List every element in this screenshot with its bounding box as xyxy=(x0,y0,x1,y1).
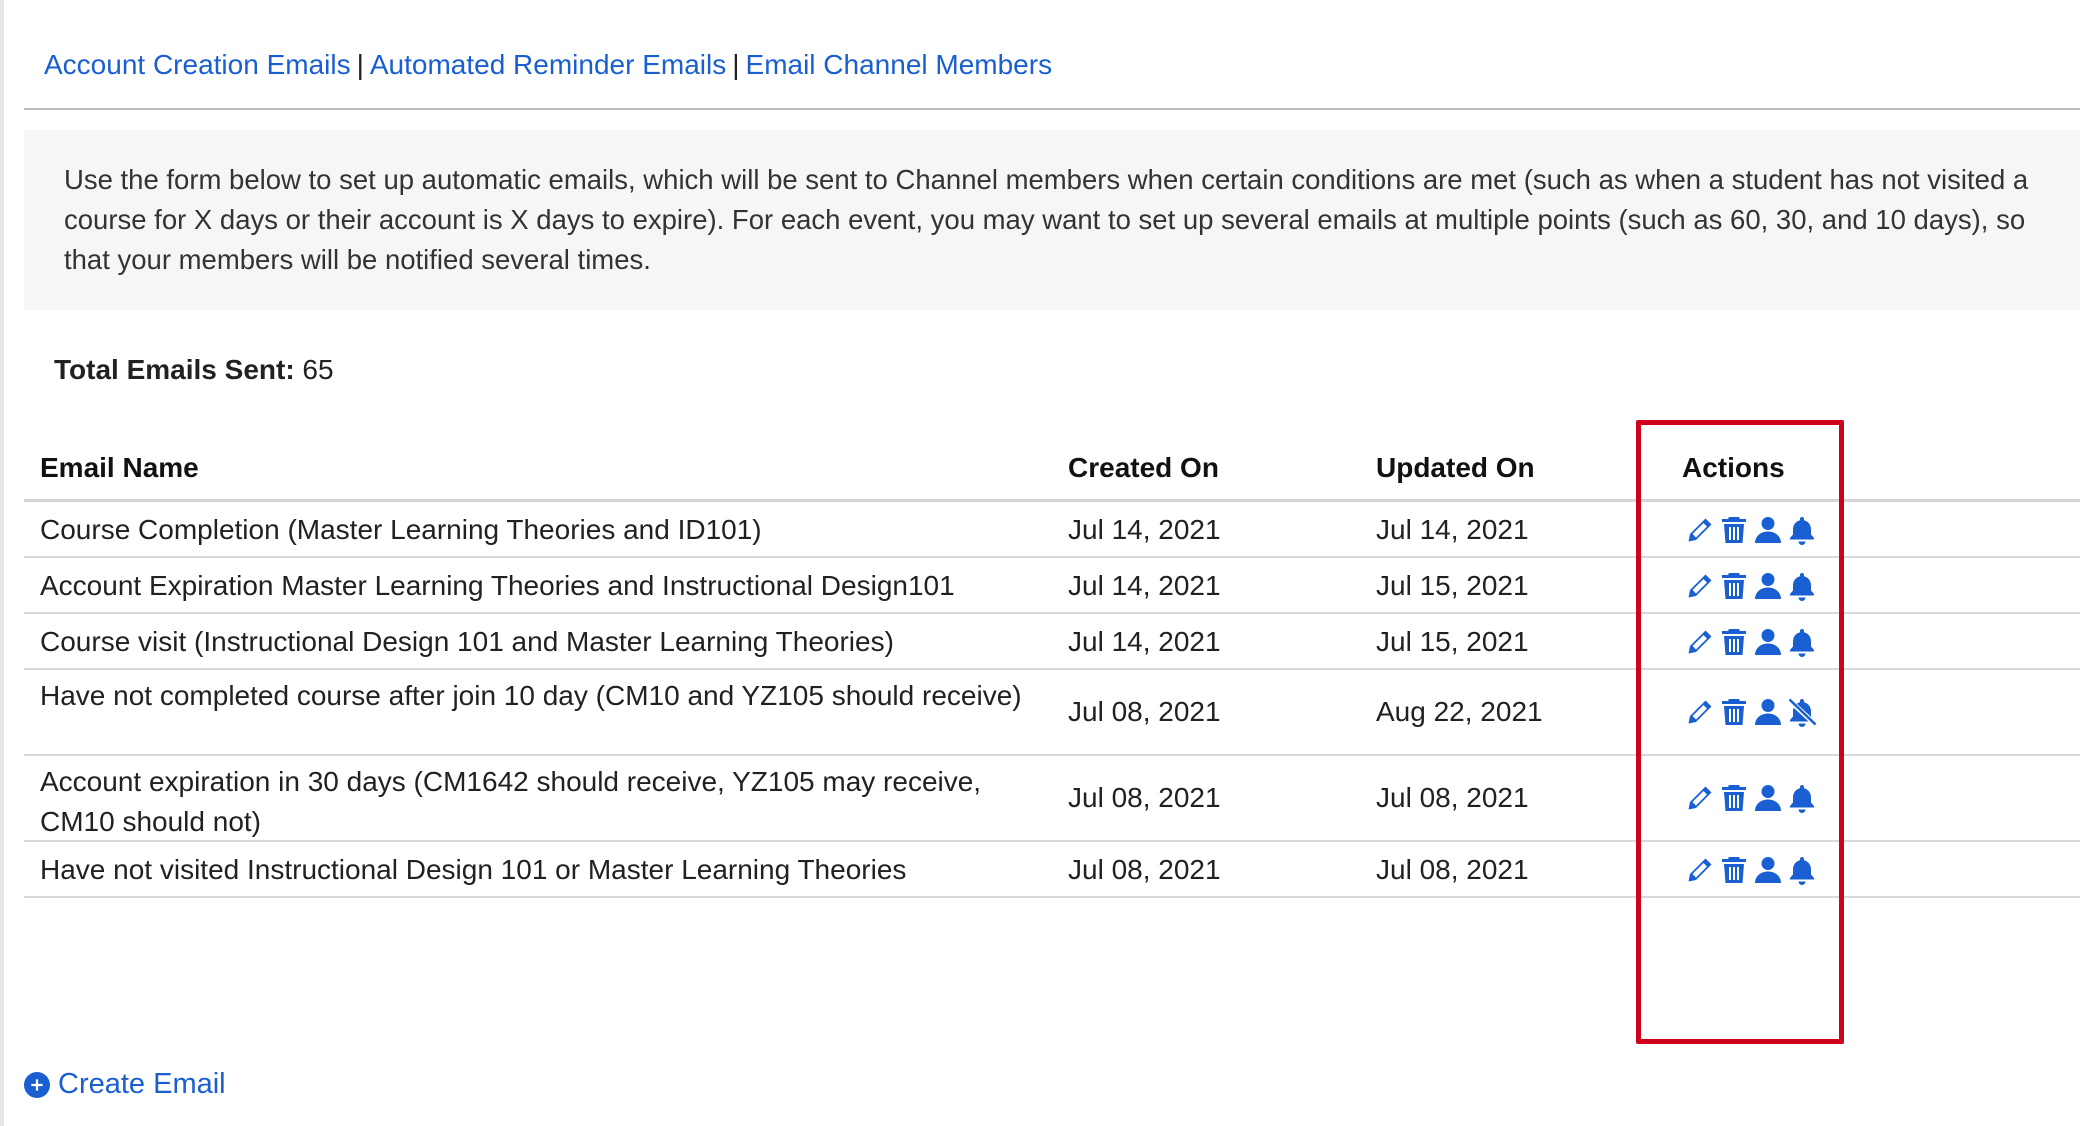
pencil-icon[interactable] xyxy=(1684,626,1716,658)
cell-created-on: Jul 08, 2021 xyxy=(1068,782,1221,813)
user-icon[interactable] xyxy=(1752,696,1784,728)
pencil-icon[interactable] xyxy=(1684,854,1716,886)
pencil-icon[interactable] xyxy=(1684,570,1716,602)
trash-icon[interactable] xyxy=(1718,696,1750,728)
user-icon[interactable] xyxy=(1752,782,1784,814)
cell-email-name: Course Completion (Master Learning Theor… xyxy=(40,514,762,545)
cell-actions xyxy=(1684,854,1818,886)
trash-icon[interactable] xyxy=(1718,782,1750,814)
plus-circle-icon xyxy=(24,1071,50,1098)
trash-icon[interactable] xyxy=(1718,854,1750,886)
table-header: Email Name Created On Updated On Actions xyxy=(24,440,2080,502)
cell-updated-on: Aug 22, 2021 xyxy=(1376,696,1543,727)
bell-icon[interactable] xyxy=(1786,514,1818,546)
cell-actions xyxy=(1684,782,1818,814)
pencil-icon[interactable] xyxy=(1684,514,1716,546)
table-body: Course Completion (Master Learning Theor… xyxy=(24,502,2080,898)
nav-separator: | xyxy=(732,49,740,80)
trash-icon[interactable] xyxy=(1718,626,1750,658)
cell-updated-on: Jul 08, 2021 xyxy=(1376,854,1529,885)
user-icon[interactable] xyxy=(1752,854,1784,886)
cell-actions xyxy=(1684,570,1818,602)
page: Account Creation Emails | Automated Remind… xyxy=(24,0,2080,1126)
trash-icon[interactable] xyxy=(1718,570,1750,602)
cell-created-on: Jul 14, 2021 xyxy=(1068,570,1221,601)
cell-updated-on: Jul 15, 2021 xyxy=(1376,570,1529,601)
nav-link-email-channel-members[interactable]: Email Channel Members xyxy=(746,49,1053,80)
cell-created-on: Jul 14, 2021 xyxy=(1068,514,1221,545)
total-value: 65 xyxy=(302,354,334,385)
user-icon[interactable] xyxy=(1752,570,1784,602)
pencil-icon[interactable] xyxy=(1684,782,1716,814)
cell-created-on: Jul 08, 2021 xyxy=(1068,854,1221,885)
table-row: Have not completed course after join 10 … xyxy=(24,670,2080,756)
cell-actions xyxy=(1684,696,1818,728)
nav-divider xyxy=(24,108,2080,110)
nav-link-account-creation-emails[interactable]: Account Creation Emails xyxy=(44,49,351,80)
nav-separator: | xyxy=(356,49,364,80)
bell-icon[interactable] xyxy=(1786,570,1818,602)
table-row: Have not visited Instructional Design 10… xyxy=(24,842,2080,898)
nav-link-automated-reminder-emails[interactable]: Automated Reminder Emails xyxy=(370,49,726,80)
info-panel: Use the form below to set up automatic e… xyxy=(24,130,2080,310)
info-text: Use the form below to set up automatic e… xyxy=(64,164,2029,275)
table-row: Account Expiration Master Learning Theor… xyxy=(24,558,2080,614)
header-email-name: Email Name xyxy=(40,452,199,483)
bell-icon[interactable] xyxy=(1786,626,1818,658)
total-label: Total Emails Sent: xyxy=(54,354,295,385)
top-nav: Account Creation Emails | Automated Remind… xyxy=(44,46,1052,84)
cell-email-name: Have not completed course after join 10 … xyxy=(40,680,1022,711)
cell-created-on: Jul 08, 2021 xyxy=(1068,696,1221,727)
create-email-label: Create Email xyxy=(58,1068,226,1100)
header-created-on: Created On xyxy=(1068,452,1219,483)
cell-updated-on: Jul 08, 2021 xyxy=(1376,782,1529,813)
cell-actions xyxy=(1684,514,1818,546)
trash-icon[interactable] xyxy=(1718,514,1750,546)
user-icon[interactable] xyxy=(1752,514,1784,546)
create-email-button[interactable]: Create Email xyxy=(24,1068,226,1101)
bell-icon[interactable] xyxy=(1786,854,1818,886)
cell-actions xyxy=(1684,626,1818,658)
bell-slash-icon[interactable] xyxy=(1786,696,1818,728)
total-emails-sent: Total Emails Sent: 65 xyxy=(54,352,334,388)
pencil-icon[interactable] xyxy=(1684,696,1716,728)
user-icon[interactable] xyxy=(1752,626,1784,658)
emails-table: Email Name Created On Updated On Actions… xyxy=(24,440,2080,898)
cell-email-name: Account Expiration Master Learning Theor… xyxy=(40,570,955,601)
left-edge xyxy=(0,0,4,1126)
cell-updated-on: Jul 14, 2021 xyxy=(1376,514,1529,545)
table-row: Account expiration in 30 days (CM1642 sh… xyxy=(24,756,2080,842)
bell-icon[interactable] xyxy=(1786,782,1818,814)
cell-email-name: Course visit (Instructional Design 101 a… xyxy=(40,626,894,657)
table-row: Course Completion (Master Learning Theor… xyxy=(24,502,2080,558)
cell-email-name: Have not visited Instructional Design 10… xyxy=(40,854,907,885)
cell-created-on: Jul 14, 2021 xyxy=(1068,626,1221,657)
cell-email-name: Account expiration in 30 days (CM1642 sh… xyxy=(40,766,982,837)
header-actions: Actions xyxy=(1682,452,1785,483)
table-row: Course visit (Instructional Design 101 a… xyxy=(24,614,2080,670)
header-updated-on: Updated On xyxy=(1376,452,1535,483)
cell-updated-on: Jul 15, 2021 xyxy=(1376,626,1529,657)
